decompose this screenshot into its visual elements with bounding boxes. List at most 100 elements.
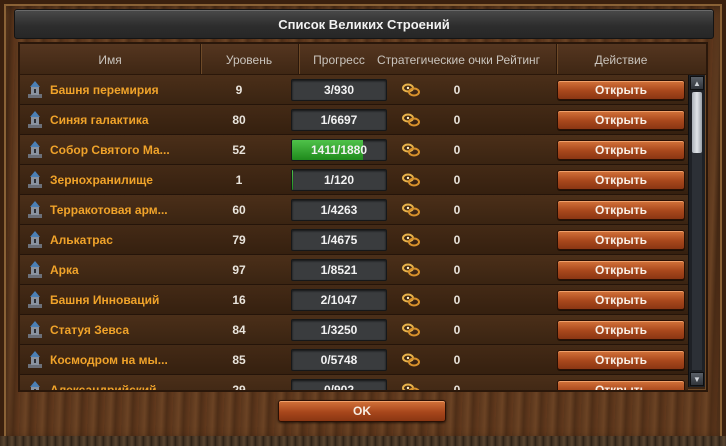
building-level: 60 — [232, 202, 246, 217]
army-icon — [24, 195, 46, 224]
open-building-button[interactable]: Открыть — [557, 379, 685, 390]
building-name[interactable]: Александрийский ... — [50, 375, 205, 391]
lighthouse-icon — [24, 375, 46, 390]
progress-bar: 1/3250 — [291, 315, 387, 344]
scrollbar[interactable]: ▲ ▼ — [688, 75, 705, 387]
building-name[interactable]: Статуя Зевса — [50, 315, 205, 344]
progress-bar: 1/4675 — [291, 225, 387, 254]
forge-points-icon — [397, 315, 425, 344]
column-header-level[interactable]: Уровень — [200, 53, 298, 67]
table-row: Синяя галактика 80 1/6697 0 Открыть — [20, 105, 688, 135]
open-building-button[interactable]: Открыть — [557, 109, 685, 130]
open-building-button[interactable]: Открыть — [557, 79, 685, 100]
building-name[interactable]: Космодром на мы... — [50, 345, 205, 374]
progress-bar: 0/5748 — [291, 345, 387, 374]
frame-bottom-trim — [0, 436, 726, 446]
granary-icon — [24, 165, 46, 194]
progress-bar: 1411/1880 — [291, 135, 387, 164]
open-building-button[interactable]: Открыть — [557, 229, 685, 250]
table-header: Имя Уровень Прогресс Стратегические очки… — [20, 44, 706, 75]
open-building-button[interactable]: Открыть — [557, 319, 685, 340]
action-cell: Открыть — [556, 225, 686, 254]
progress-bar-track: 1/120 — [291, 168, 387, 191]
building-level: 16 — [232, 292, 246, 307]
building-level: 9 — [235, 82, 243, 97]
ark-icon — [24, 255, 46, 284]
window-title-text: Список Великих Строений — [278, 16, 450, 32]
progress-text: 1/6697 — [320, 112, 358, 127]
table-row: Александрийский ... 29 0/902 0 Открыть — [20, 375, 688, 392]
strategy-points-value: 0 — [453, 82, 461, 97]
progress-bar-track: 1/6697 — [291, 108, 387, 131]
action-cell: Открыть — [556, 315, 686, 344]
strategy-points-value: 0 — [453, 202, 461, 217]
progress-bar: 2/1047 — [291, 285, 387, 314]
building-name[interactable]: Зернохранилище — [50, 165, 205, 194]
building-name[interactable]: Арка — [50, 255, 205, 284]
scroll-down-arrow-icon[interactable]: ▼ — [690, 372, 704, 386]
strategy-points-value: 0 — [453, 262, 461, 277]
progress-bar: 1/120 — [291, 165, 387, 194]
strategy-points-value: 0 — [453, 382, 461, 392]
forge-points-icon — [397, 105, 425, 134]
progress-text: 0/5748 — [320, 352, 358, 367]
building-name[interactable]: Терракотовая арм... — [50, 195, 205, 224]
action-cell: Открыть — [556, 255, 686, 284]
progress-text: 1411/1880 — [310, 142, 368, 157]
strategy-points-value: 0 — [453, 352, 461, 367]
buildings-list: Башня перемирия 9 3/930 0 Открыть Синяя галак… — [20, 75, 688, 392]
forge-points-icon — [397, 375, 425, 390]
progress-text: 1/3250 — [320, 322, 358, 337]
column-header-name[interactable]: Имя — [20, 53, 200, 67]
progress-text: 1/4263 — [320, 202, 358, 217]
progress-bar: 3/930 — [291, 75, 387, 104]
progress-bar-track: 1/8521 — [291, 258, 387, 281]
building-level: 29 — [232, 382, 246, 392]
open-building-button[interactable]: Открыть — [557, 259, 685, 280]
prison-icon — [24, 225, 46, 254]
buildings-panel: Имя Уровень Прогресс Стратегические очки… — [18, 42, 708, 392]
building-level: 79 — [232, 232, 246, 247]
progress-text: 0/902 — [323, 382, 355, 392]
open-building-button[interactable]: Открыть — [557, 199, 685, 220]
forge-points-icon — [397, 135, 425, 164]
cathedral-icon — [24, 135, 46, 164]
scrollbar-track[interactable] — [692, 92, 702, 370]
forge-points-icon — [397, 345, 425, 374]
building-name[interactable]: Башня Инноваций — [50, 285, 205, 314]
building-name[interactable]: Синяя галактика — [50, 105, 205, 134]
strategy-points-value: 0 — [453, 292, 461, 307]
progress-bar-track: 1/4263 — [291, 198, 387, 221]
progress-text: 1/4675 — [320, 232, 358, 247]
table-row: Статуя Зевса 84 1/3250 0 Открыть — [20, 315, 688, 345]
progress-bar-track: 1/3250 — [291, 318, 387, 341]
innovation-tower-icon — [24, 285, 46, 314]
progress-bar: 1/4263 — [291, 195, 387, 224]
building-name[interactable]: Башня перемирия — [50, 75, 205, 104]
progress-text: 3/930 — [323, 82, 355, 97]
action-cell: Открыть — [556, 195, 686, 224]
action-cell: Открыть — [556, 75, 686, 104]
building-name[interactable]: Собор Святого Ма... — [50, 135, 205, 164]
table-row: Собор Святого Ма... 52 1411/1880 0 Открыть — [20, 135, 688, 165]
forge-points-icon — [397, 255, 425, 284]
scrollbar-thumb[interactable] — [692, 92, 702, 153]
forge-points-icon — [397, 225, 425, 254]
column-header-rating[interactable]: Рейтинг — [496, 53, 556, 67]
open-building-button[interactable]: Открыть — [557, 349, 685, 370]
strategy-points-value: 0 — [453, 142, 461, 157]
progress-bar: 1/8521 — [291, 255, 387, 284]
strategy-points-value: 0 — [453, 172, 461, 187]
column-header-progress[interactable]: Прогресс — [298, 53, 380, 67]
ok-button[interactable]: OK — [278, 400, 446, 422]
forge-points-icon — [397, 75, 425, 104]
strategy-points-value: 0 — [453, 232, 461, 247]
building-name[interactable]: Алькатрас — [50, 225, 205, 254]
open-building-button[interactable]: Открыть — [557, 169, 685, 190]
open-building-button[interactable]: Открыть — [557, 289, 685, 310]
scroll-up-arrow-icon[interactable]: ▲ — [690, 76, 704, 90]
progress-bar-track: 2/1047 — [291, 288, 387, 311]
column-header-strategy-points[interactable]: Стратегические очки — [377, 53, 499, 67]
open-building-button[interactable]: Открыть — [557, 139, 685, 160]
progress-text: 1/120 — [323, 172, 355, 187]
